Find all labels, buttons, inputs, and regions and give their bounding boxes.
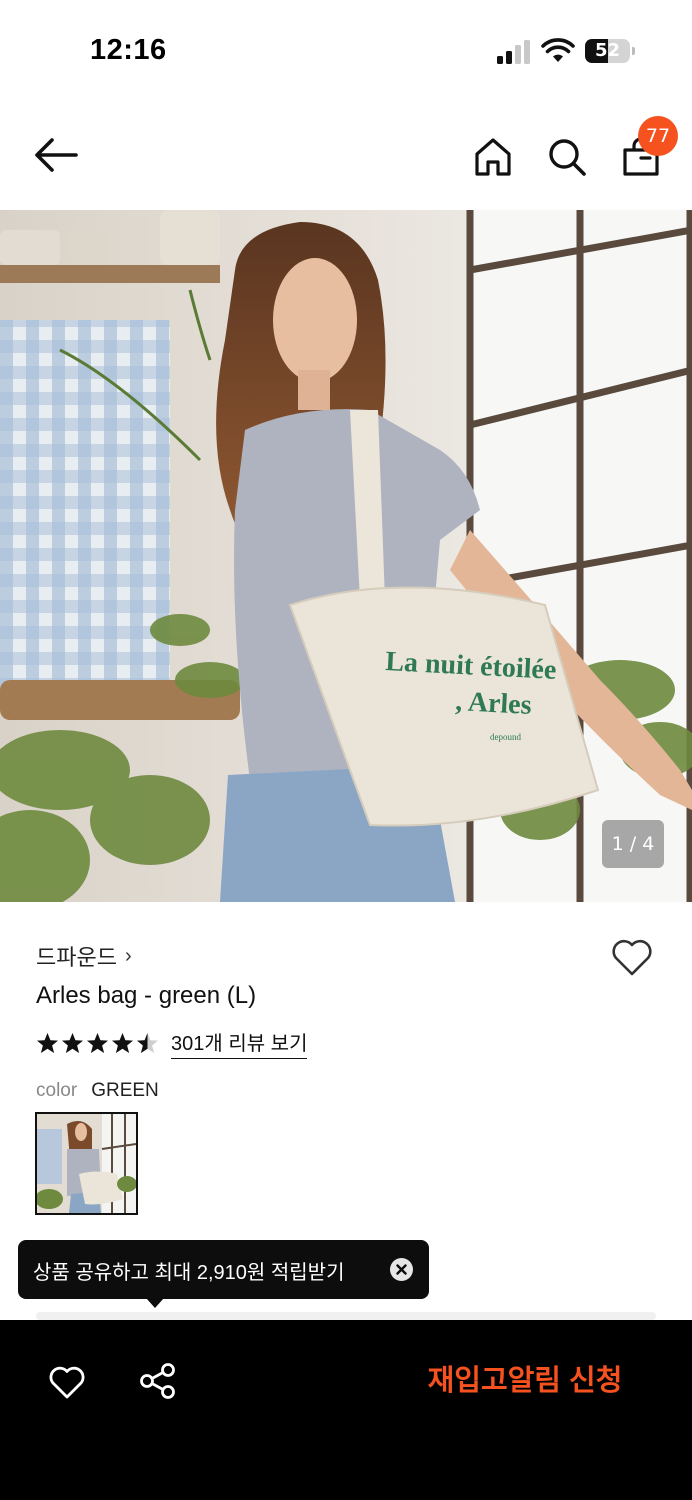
search-icon[interactable] bbox=[546, 136, 588, 178]
close-circle-icon[interactable] bbox=[390, 1258, 413, 1281]
share-reward-tooltip: 상품 공유하고 최대 2,910원 적립받기 bbox=[18, 1240, 429, 1299]
brand-link[interactable]: 드파운드 › bbox=[36, 940, 132, 972]
rating-row: 301개 리뷰 보기 bbox=[36, 1027, 308, 1059]
divider bbox=[36, 1312, 656, 1320]
tooltip-arrow bbox=[146, 1298, 164, 1308]
wishlist-heart-icon[interactable] bbox=[610, 936, 654, 978]
app-header: 77 bbox=[0, 100, 692, 210]
product-photo: La nuit étoilée , Arles depound bbox=[0, 210, 692, 902]
star-icon bbox=[112, 1032, 133, 1053]
swatch-thumbnail bbox=[37, 1114, 136, 1213]
tooltip-text: 상품 공유하고 최대 2,910원 적립받기 bbox=[33, 1262, 345, 1284]
color-label: color bbox=[36, 1080, 78, 1101]
color-row: color GREEN bbox=[36, 1080, 159, 1102]
color-value: GREEN bbox=[91, 1080, 159, 1101]
star-icon bbox=[87, 1032, 108, 1053]
star-icon bbox=[137, 1032, 158, 1053]
review-link[interactable]: 301개 리뷰 보기 bbox=[171, 1027, 308, 1059]
status-time: 12:16 bbox=[90, 34, 167, 66]
share-icon[interactable] bbox=[139, 1362, 177, 1400]
chevron-right-icon: › bbox=[124, 944, 132, 967]
star-icon bbox=[62, 1032, 83, 1053]
color-swatch-green[interactable] bbox=[35, 1112, 138, 1215]
image-counter: 1 / 4 bbox=[602, 820, 664, 868]
bag-print-line3: depound bbox=[490, 732, 521, 742]
product-image[interactable]: La nuit étoilée , Arles depound bbox=[0, 210, 692, 902]
product-name: Arles bag - green (L) bbox=[36, 982, 257, 1009]
wifi-icon bbox=[541, 38, 575, 62]
battery-icon: 52 bbox=[585, 39, 635, 63]
cellular-signal-icon bbox=[497, 40, 530, 64]
star-icon bbox=[37, 1032, 58, 1053]
status-bar: 12:16 52 bbox=[0, 0, 692, 100]
cart-count-badge: 77 bbox=[638, 116, 678, 156]
home-icon[interactable] bbox=[472, 136, 514, 178]
battery-percent: 52 bbox=[594, 40, 621, 61]
bottom-action-bar: 재입고알림 신청 bbox=[0, 1320, 692, 1500]
heart-icon[interactable] bbox=[48, 1364, 86, 1400]
brand-name: 드파운드 bbox=[36, 945, 117, 970]
star-rating bbox=[36, 1032, 159, 1055]
back-arrow-icon[interactable] bbox=[32, 135, 80, 175]
restock-alert-button[interactable]: 재입고알림 신청 bbox=[410, 1356, 640, 1406]
bag-print-line2: , Arles bbox=[455, 686, 533, 721]
